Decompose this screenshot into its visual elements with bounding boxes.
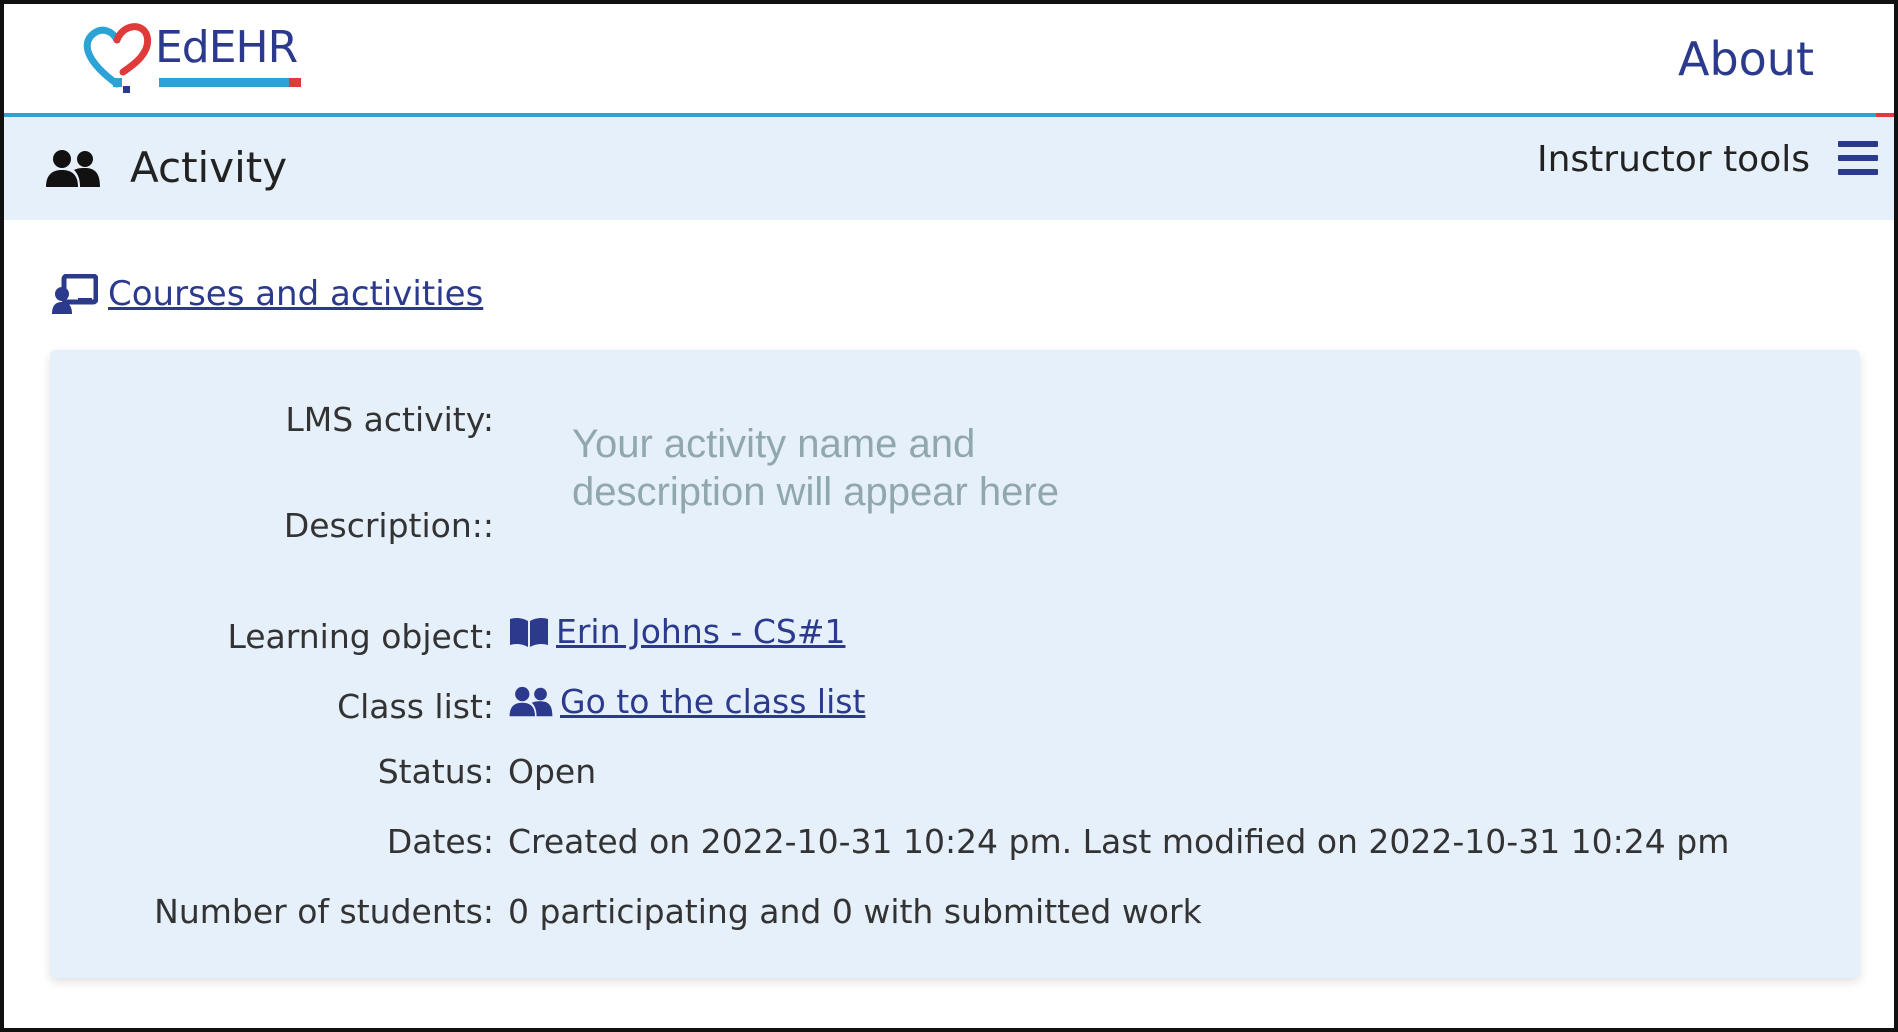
dates-value: Created on 2022-10-31 10:24 pm. Last mod… [508,822,1730,861]
status-value: Open [508,752,597,791]
students-value: 0 participating and 0 with submitted wor… [508,892,1202,931]
book-open-icon [510,617,548,647]
page-title-bar: Activity Instructor tools [4,117,1894,220]
class-list-link[interactable]: Go to the class list [508,682,865,721]
dates-label: Dates: [386,822,494,861]
class-list-row: Class list: Go to the class list [50,682,865,726]
status-label: Status: [377,752,494,791]
class-list-label: Class list: [337,686,494,726]
hamburger-menu-icon[interactable] [1838,141,1878,177]
activity-placeholder-text: Your activity name and description will … [572,422,1059,514]
logo-underline-accent [289,78,301,87]
activity-details-panel: LMS activity: Your activity name and des… [50,350,1860,978]
courses-and-activities-label: Courses and activities [108,274,484,314]
users-icon [509,686,553,716]
logo-text: EdEHR [155,22,298,73]
description-label: Description:: [283,506,494,545]
heart-logo-icon [83,23,152,93]
courses-and-activities-link[interactable]: Courses and activities [52,274,483,314]
edehr-logo[interactable]: EdEHR [79,14,319,94]
top-header: EdEHR About [4,4,1894,114]
instructor-tools-menu[interactable]: Instructor tools [1537,139,1810,180]
description-row: Description:: [50,506,508,545]
about-link[interactable]: About [1678,32,1814,86]
chalkboard-teacher-icon [52,274,98,314]
lms-activity-label: LMS activity: [285,400,494,439]
learning-object-value: Erin Johns - CS#1 [556,612,846,651]
learning-object-row: Learning object: Erin Johns - CS#1 [50,612,845,656]
users-icon [46,150,100,187]
status-row: Status: Open [50,752,596,791]
page-title: Activity [130,143,288,192]
students-row: Number of students: 0 participating and … [50,892,1202,931]
learning-object-link[interactable]: Erin Johns - CS#1 [508,612,845,651]
students-label: Number of students: [154,892,494,931]
learning-object-label: Learning object: [227,616,494,656]
logo-underline [159,78,301,87]
class-list-value: Go to the class list [560,682,866,721]
lms-activity-row: LMS activity: [50,400,508,439]
dates-row: Dates: Created on 2022-10-31 10:24 pm. L… [50,822,1730,861]
